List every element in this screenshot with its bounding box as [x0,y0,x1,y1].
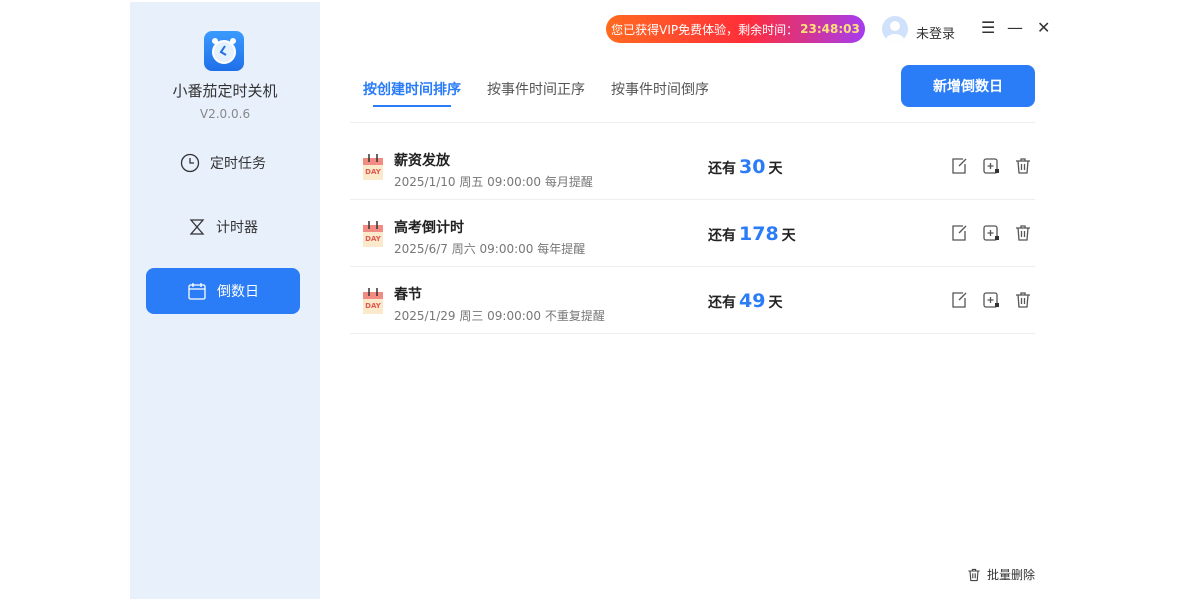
days-left: 还有 49 天 [708,290,783,312]
sidebar-item-scheduled-tasks[interactable]: 定时任务 [146,140,300,186]
svg-text:DAY: DAY [365,235,382,243]
copy-add-icon[interactable] [981,156,1001,176]
sidebar-item-timer[interactable]: 计时器 [146,204,300,250]
trash-icon [968,568,980,581]
sidebar-item-label: 定时任务 [210,156,266,172]
divider [350,122,1035,123]
days-count: 178 [739,223,779,245]
days-left: 还有 178 天 [708,223,796,245]
sidebar-item-countdown[interactable]: 倒数日 [146,268,300,314]
vip-text: 您已获得VIP免费体验，剩余时间： [611,22,799,37]
days-count: 30 [739,156,766,178]
event-schedule: 2025/6/7 周六 09:00:00 每年提醒 [394,242,586,256]
countdown-row: DAY 高考倒计时 2025/6/7 周六 09:00:00 每年提醒 还有 17… [350,201,1035,267]
bulk-delete-label: 批量删除 [987,568,1036,582]
menu-icon[interactable]: ☰ [981,18,995,37]
calendar-icon [188,283,206,300]
tab-sort-event-desc[interactable]: 按事件时间倒序 [611,79,709,99]
svg-text:DAY: DAY [365,168,382,176]
copy-add-icon[interactable] [981,223,1001,243]
edit-icon[interactable] [949,156,969,176]
event-title: 春节 [394,287,422,303]
calendar-day-icon: DAY [363,154,383,180]
close-icon[interactable]: ✕ [1037,18,1050,37]
delete-icon[interactable] [1013,290,1033,310]
edit-icon[interactable] [949,290,969,310]
app-logo-icon [204,31,244,71]
svg-text:DAY: DAY [365,302,382,310]
event-schedule: 2025/1/29 周三 09:00:00 不重复提醒 [394,309,605,323]
app-window: 小番茄定时关机 V2.0.0.6 定时任务 计时器 倒数日 您已获得VIP免费体… [130,2,1070,599]
sidebar: 小番茄定时关机 V2.0.0.6 定时任务 计时器 倒数日 [130,2,320,599]
clock-icon [180,153,200,173]
tab-sort-event-asc[interactable]: 按事件时间正序 [487,79,585,99]
delete-icon[interactable] [1013,223,1033,243]
login-link[interactable]: 未登录 [916,23,955,42]
add-countdown-button[interactable]: 新增倒数日 [901,65,1035,107]
days-count: 49 [739,290,766,312]
app-version: V2.0.0.6 [199,107,251,121]
sidebar-item-label: 计时器 [216,220,258,236]
copy-add-icon[interactable] [981,290,1001,310]
countdown-row: DAY 春节 2025/1/29 周三 09:00:00 不重复提醒 还有 49 天 [350,268,1035,334]
calendar-day-icon: DAY [363,288,383,314]
event-title: 高考倒计时 [394,220,464,236]
countdown-row: DAY 薪资发放 2025/1/10 周五 09:00:00 每月提醒 还有 30… [350,134,1035,200]
app-name: 小番茄定时关机 [172,82,278,100]
bulk-delete-button[interactable]: 批量删除 [966,566,1035,583]
sidebar-item-label: 倒数日 [217,284,259,300]
days-left: 还有 30 天 [708,156,783,178]
avatar[interactable] [882,16,908,42]
tab-sort-created[interactable]: 按创建时间排序 [363,79,461,107]
delete-icon[interactable] [1013,156,1033,176]
vip-banner[interactable]: 您已获得VIP免费体验，剩余时间： 23:48:03 [606,15,865,43]
calendar-day-icon: DAY [363,221,383,247]
hourglass-icon [189,219,205,235]
event-title: 薪资发放 [394,153,450,169]
minimize-icon[interactable]: — [1007,18,1023,37]
edit-icon[interactable] [949,223,969,243]
vip-time: 23:48:03 [800,22,860,36]
event-schedule: 2025/1/10 周五 09:00:00 每月提醒 [394,175,593,189]
